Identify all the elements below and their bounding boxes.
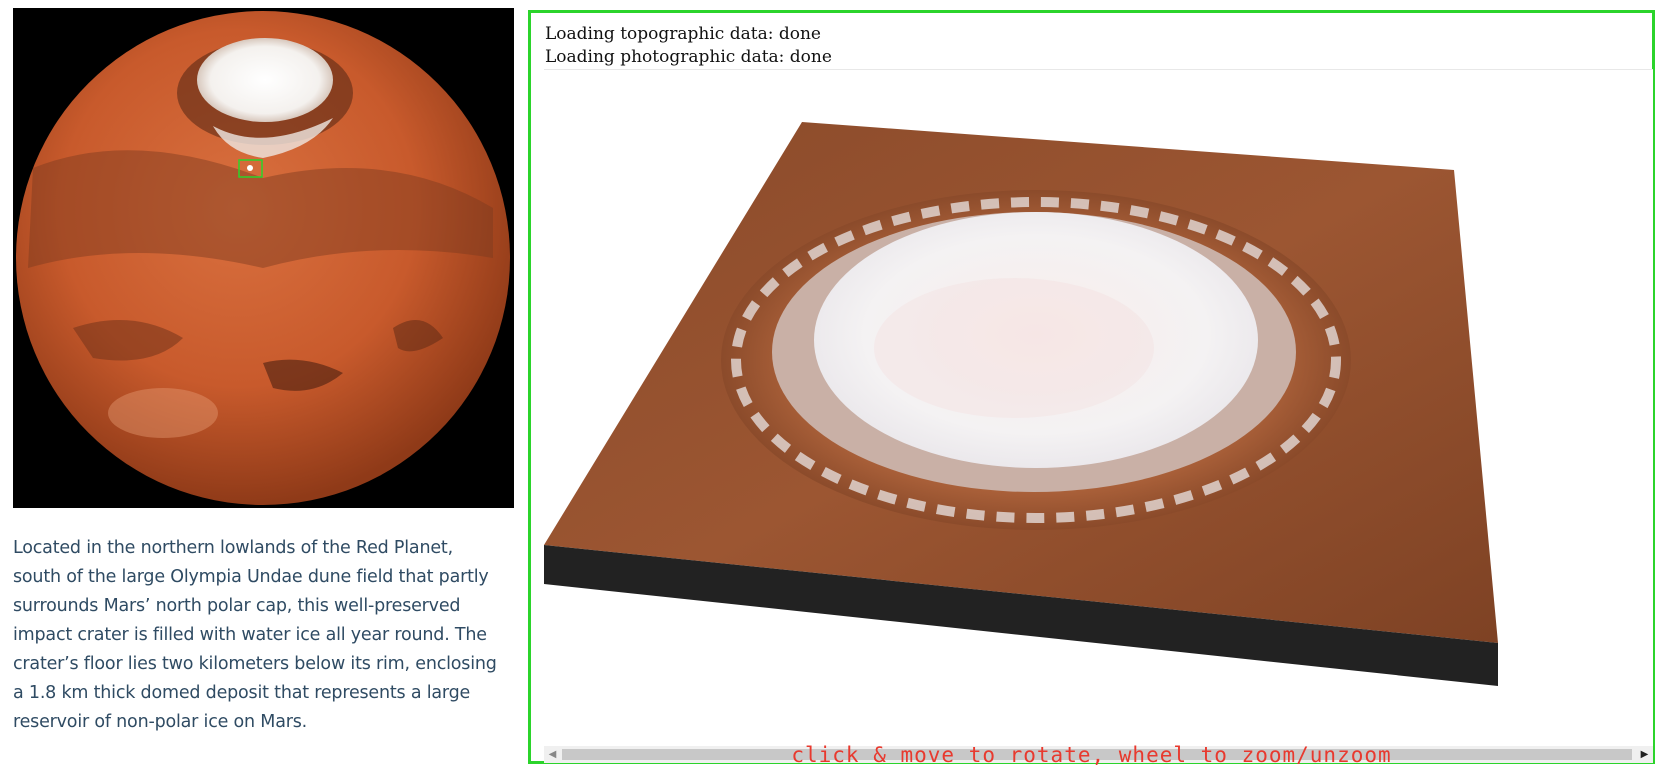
- terrain-3d-canvas[interactable]: [544, 69, 1653, 757]
- scroll-right-arrow-icon[interactable]: ▶: [1636, 746, 1653, 763]
- loading-status: Loading topographic data: done Loading p…: [545, 23, 832, 69]
- caption-line: impact crater is filled with water ice a…: [13, 625, 487, 645]
- caption-line: surrounds Mars’ north polar cap, this we…: [13, 596, 461, 616]
- caption-line: south of the large Olympia Undae dune fi…: [13, 567, 489, 587]
- caption-line: crater’s floor lies two kilometers below…: [13, 654, 497, 674]
- horizontal-scrollbar[interactable]: ◀ ▶: [544, 746, 1653, 763]
- caption-line: a 1.8 km thick domed deposit that repres…: [13, 683, 471, 703]
- photographic-status: Loading photographic data: done: [545, 47, 832, 67]
- mars-globe-image: [13, 8, 514, 508]
- scroll-left-arrow-icon[interactable]: ◀: [544, 746, 561, 763]
- caption-line: Located in the northern lowlands of the …: [13, 538, 453, 558]
- topographic-status: Loading topographic data: done: [545, 24, 821, 44]
- caption-line: reservoir of non-polar ice on Mars.: [13, 712, 308, 732]
- crater-description: Located in the northern lowlands of the …: [13, 534, 518, 737]
- crater-3d-viewer: Loading topographic data: done Loading p…: [528, 10, 1655, 766]
- scrollbar-thumb[interactable]: [562, 749, 1632, 760]
